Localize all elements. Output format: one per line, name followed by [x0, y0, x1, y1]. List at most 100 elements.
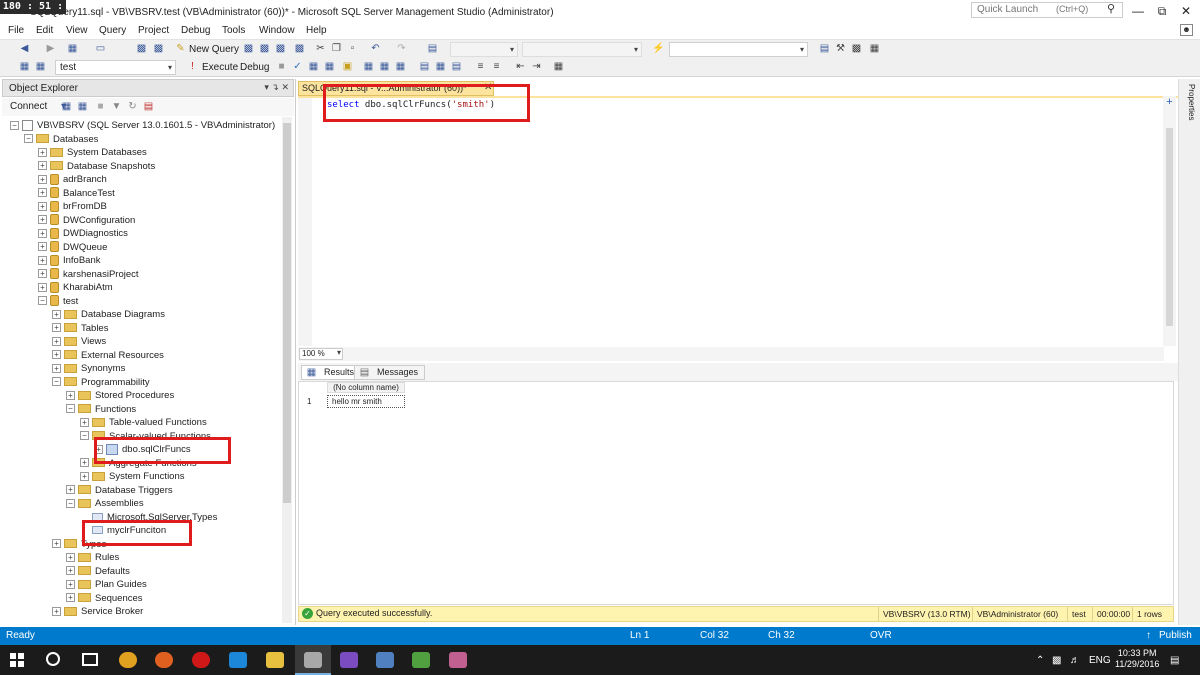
parse-icon[interactable]: ✓	[291, 61, 304, 73]
menu-query[interactable]: Query	[99, 25, 126, 36]
menu-tools[interactable]: Tools	[222, 25, 245, 36]
save-icon[interactable]: ▩	[135, 43, 148, 55]
tree-node[interactable]: + System Functions	[80, 470, 185, 483]
solution-config-combo[interactable]: ▾	[450, 42, 518, 57]
template-params-icon[interactable]: ▦	[552, 61, 565, 73]
outdent-icon[interactable]: ⇤	[514, 61, 527, 73]
expand-icon[interactable]: +	[52, 350, 61, 360]
upload-icon[interactable]: ↑	[1146, 630, 1151, 641]
firefox-icon[interactable]	[155, 652, 173, 668]
expand-icon[interactable]: +	[38, 174, 47, 184]
publish-button[interactable]: Publish	[1159, 630, 1192, 641]
expand-icon[interactable]: +	[38, 215, 47, 225]
forward-icon[interactable]: ▶	[44, 43, 57, 55]
app-icon[interactable]	[376, 652, 394, 668]
panel-pin-close-icons[interactable]: ▾ ↴ ✕	[264, 82, 289, 93]
result-cell[interactable]: hello mr smith	[327, 395, 405, 408]
editor-hscroll[interactable]	[298, 347, 1164, 361]
dmx-query-icon[interactable]: ▩	[258, 43, 271, 55]
file-explorer-icon[interactable]	[266, 652, 284, 668]
tree-node[interactable]: + DWQueue	[38, 241, 107, 254]
disconnect-icon[interactable]: ▦	[76, 101, 89, 113]
query-editor[interactable]	[298, 96, 1178, 346]
expand-icon[interactable]: +	[80, 471, 89, 481]
expand-icon[interactable]: +	[52, 539, 61, 549]
editor-scrollbar-thumb[interactable]	[1166, 128, 1173, 326]
expand-icon[interactable]: +	[52, 323, 61, 333]
tree-node[interactable]: − Databases	[24, 133, 98, 146]
refresh-icon[interactable]: ↻	[126, 101, 139, 113]
tray-chevron-icon[interactable]: ⌃	[1036, 655, 1044, 666]
connect-icon[interactable]: ▦	[18, 61, 31, 73]
tree-node[interactable]: + BalanceTest	[38, 187, 115, 200]
client-stats-icon[interactable]: ▦	[394, 61, 407, 73]
tree-node[interactable]: + Sequences	[66, 592, 143, 605]
database-combo[interactable]: test ▾	[55, 60, 176, 75]
tree-node[interactable]: + karshenasiProject	[38, 268, 139, 281]
collapse-icon[interactable]: −	[52, 377, 61, 387]
search-icon[interactable]: ⚲	[1107, 2, 1115, 15]
expand-icon[interactable]: +	[38, 282, 47, 292]
quick-launch-input[interactable]: Quick Launch	[971, 2, 1123, 18]
tree-node[interactable]: − Programmability	[52, 376, 150, 389]
uncomment-icon[interactable]: ≡	[490, 61, 503, 73]
back-icon[interactable]: ◀	[18, 43, 31, 55]
live-stats-icon[interactable]: ▦	[378, 61, 391, 73]
tree-node[interactable]: + KharabiAtm	[38, 281, 113, 294]
debug-button[interactable]: Debug	[240, 62, 269, 73]
task-view-icon[interactable]	[82, 653, 98, 666]
tree-node[interactable]: − Assemblies	[66, 497, 144, 510]
clock[interactable]: 10:33 PM 11/29/2016	[1115, 648, 1159, 670]
analysis-query-icon[interactable]: ▩	[293, 43, 306, 55]
xmla-query-icon[interactable]: ▩	[274, 43, 287, 55]
tree-node[interactable]: + Plan Guides	[66, 578, 147, 591]
expand-icon[interactable]: +	[52, 336, 61, 346]
tree-node[interactable]: + Database Triggers	[66, 484, 173, 497]
minimize-icon[interactable]: —	[1128, 3, 1148, 19]
include-plan-icon[interactable]: ▦	[362, 61, 375, 73]
undo-icon[interactable]: ↶	[369, 43, 382, 55]
menu-debug[interactable]: Debug	[181, 25, 210, 36]
tree-node[interactable]: + External Resources	[52, 349, 164, 362]
chrome-icon[interactable]	[119, 652, 137, 668]
new-query-icon[interactable]: ✎	[174, 43, 187, 55]
windows-start-icon[interactable]	[10, 653, 24, 667]
expand-icon[interactable]: +	[66, 552, 75, 562]
expand-icon[interactable]: +	[52, 309, 61, 319]
split-editor-icon[interactable]: +	[1163, 97, 1176, 108]
window-layout-icon[interactable]: ▦	[868, 43, 881, 55]
toolbox-icon[interactable]: ▩	[850, 43, 863, 55]
menu-view[interactable]: View	[66, 25, 88, 36]
expand-icon[interactable]: +	[38, 242, 47, 252]
activity-monitor-icon[interactable]: ▤	[426, 43, 439, 55]
expand-icon[interactable]: +	[38, 161, 47, 171]
tree-node[interactable]: − VB\VBSRV (SQL Server 13.0.1601.5 - VB\A…	[10, 119, 275, 132]
tree-node[interactable]: + Rules	[66, 551, 119, 564]
volume-icon[interactable]: ♬	[1070, 655, 1080, 666]
expand-icon[interactable]: +	[52, 606, 61, 616]
menu-file[interactable]: File	[8, 25, 24, 36]
feedback-icon[interactable]: ☻	[1180, 24, 1193, 36]
tree-node[interactable]: − test	[38, 295, 78, 308]
cancel-query-icon[interactable]: ■	[275, 61, 288, 73]
save-all-icon[interactable]: ▩	[152, 43, 165, 55]
expand-icon[interactable]: +	[66, 485, 75, 495]
tree-node[interactable]: + Synonyms	[52, 362, 125, 375]
expand-icon[interactable]: +	[66, 566, 75, 576]
collapse-icon[interactable]: −	[38, 296, 47, 306]
execute-button[interactable]: Execute	[202, 62, 238, 73]
tree-node[interactable]: + DWConfiguration	[38, 214, 135, 227]
results-file-icon[interactable]: ▤	[450, 61, 463, 73]
mdx-query-icon[interactable]: ▩	[242, 43, 255, 55]
find-combo[interactable]: ▾	[669, 42, 808, 57]
cut-icon[interactable]: ✂	[314, 43, 327, 55]
change-connection-icon[interactable]: ▦	[34, 61, 47, 73]
palette-icon[interactable]	[449, 652, 467, 668]
tree-node[interactable]: + Stored Procedures	[66, 389, 174, 402]
menu-project[interactable]: Project	[138, 25, 169, 36]
tree-node[interactable]: + Database Snapshots	[38, 160, 155, 173]
search-icon[interactable]	[46, 652, 60, 666]
tree-node[interactable]: + Tables	[52, 322, 108, 335]
tree-node[interactable]: + Defaults	[66, 565, 130, 578]
results-text-icon[interactable]: ▤	[418, 61, 431, 73]
